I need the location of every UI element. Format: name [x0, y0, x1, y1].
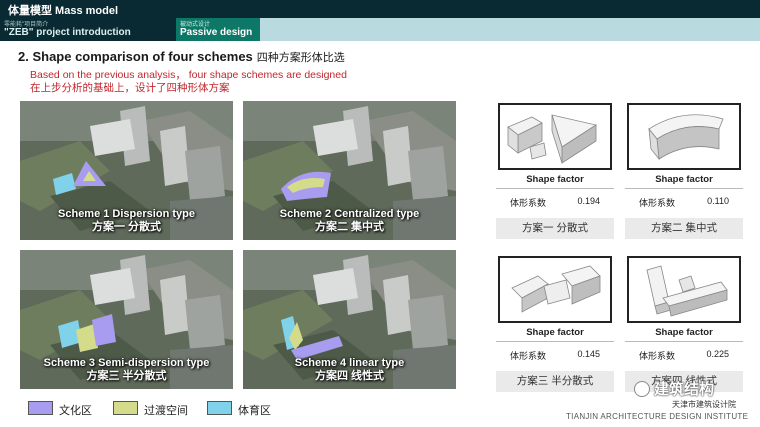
shape-card-2-value: 0.110	[707, 196, 729, 206]
shape-card-2-key: 体形系数	[639, 198, 676, 208]
shape-card-2-model	[627, 103, 741, 170]
shape-card-2-label: Shape factor	[655, 174, 713, 185]
shape-card-4-model	[627, 256, 741, 323]
wechat-icon	[634, 381, 650, 397]
section-heading: 2. Shape comparison of four schemes 四种方案形…	[18, 49, 345, 65]
header-blank-band	[260, 18, 760, 41]
shape-card-3-name: 方案三 半分散式	[496, 371, 614, 392]
header-nav-bar: 零能耗"项目简介 "ZEB" project introduction 被动式设…	[0, 18, 760, 41]
legend-swatch-culture	[28, 401, 53, 415]
shape-card-1-name: 方案一 分散式	[496, 218, 614, 239]
scheme-2-panel: Scheme 2 Centralized type 方案二 集中式	[243, 101, 456, 240]
legend-label-sports: 体育区	[238, 405, 271, 417]
shape-card-3-label: Shape factor	[526, 327, 584, 338]
legend-label-transition: 过渡空间	[144, 405, 188, 417]
shape-card-4-key: 体形系数	[639, 351, 676, 361]
section-heading-cn: 四种方案形体比选	[256, 52, 345, 64]
scheme-1-caption-cn: 方案一 分散式	[91, 221, 162, 233]
shape-card-4-value: 0.225	[706, 349, 729, 359]
header-top-bar: 体量模型 Mass model	[0, 0, 760, 18]
shape-card-2-divider	[625, 188, 743, 189]
scheme-4-mass-model	[646, 265, 728, 317]
page-header-title: 体量模型 Mass model	[8, 5, 119, 17]
shape-card-1-value: 0.194	[577, 196, 600, 206]
shape-card-2-name: 方案二 集中式	[625, 218, 743, 239]
institute-name-en: TIANJIN ARCHITECTURE DESIGN INSTITUTE	[566, 412, 749, 421]
scheme-3-caption-cn: 方案三 半分散式	[86, 370, 167, 382]
tab-passive-design[interactable]: 被动式设计 Passive design	[176, 18, 260, 41]
shape-card-3-value: 0.145	[577, 349, 600, 359]
shape-card-3-model	[498, 256, 612, 323]
institute-name-cn: 天津市建筑设计院	[672, 400, 736, 409]
tab-passive-design-label: Passive design	[180, 27, 253, 38]
watermark-text: 建筑结构	[654, 381, 715, 398]
shape-card-3-key: 体形系数	[510, 351, 547, 361]
shape-card-1-key: 体形系数	[510, 198, 547, 208]
tab-project-introduction[interactable]: 零能耗"项目简介 "ZEB" project introduction	[0, 18, 175, 41]
shape-card-4-divider	[625, 341, 743, 342]
scheme-4-caption-cn: 方案四 线性式	[314, 370, 385, 382]
scheme-1-panel: Scheme 1 Dispersion type 方案一 分散式	[20, 101, 233, 240]
scheme-3-mass-model	[511, 265, 601, 313]
scheme-2-mass-model	[648, 114, 724, 161]
shape-card-1-label: Shape factor	[526, 174, 584, 185]
legend-swatch-transition	[113, 401, 138, 415]
scheme-3-panel: Scheme 3 Semi-dispersion type 方案三 半分散式	[20, 250, 233, 389]
scheme-2-caption-cn: 方案二 集中式	[314, 221, 385, 233]
scheme-1-mass-model	[507, 114, 598, 164]
section-heading-en: 2. Shape comparison of four schemes	[18, 49, 253, 64]
section-subtitle-cn: 在上步分析的基础上，设计了四种形体方案	[30, 82, 230, 94]
legend-swatch-sports	[207, 401, 232, 415]
legend-label-culture: 文化区	[59, 405, 92, 417]
scheme-4-panel: Scheme 4 linear type 方案四 线性式	[243, 250, 456, 389]
shape-card-4-label: Shape factor	[655, 327, 713, 338]
shape-card-1-divider	[496, 188, 614, 189]
shape-card-3-divider	[496, 341, 614, 342]
tab-project-introduction-label: "ZEB" project introduction	[4, 27, 131, 38]
shape-card-1-model	[498, 103, 612, 170]
